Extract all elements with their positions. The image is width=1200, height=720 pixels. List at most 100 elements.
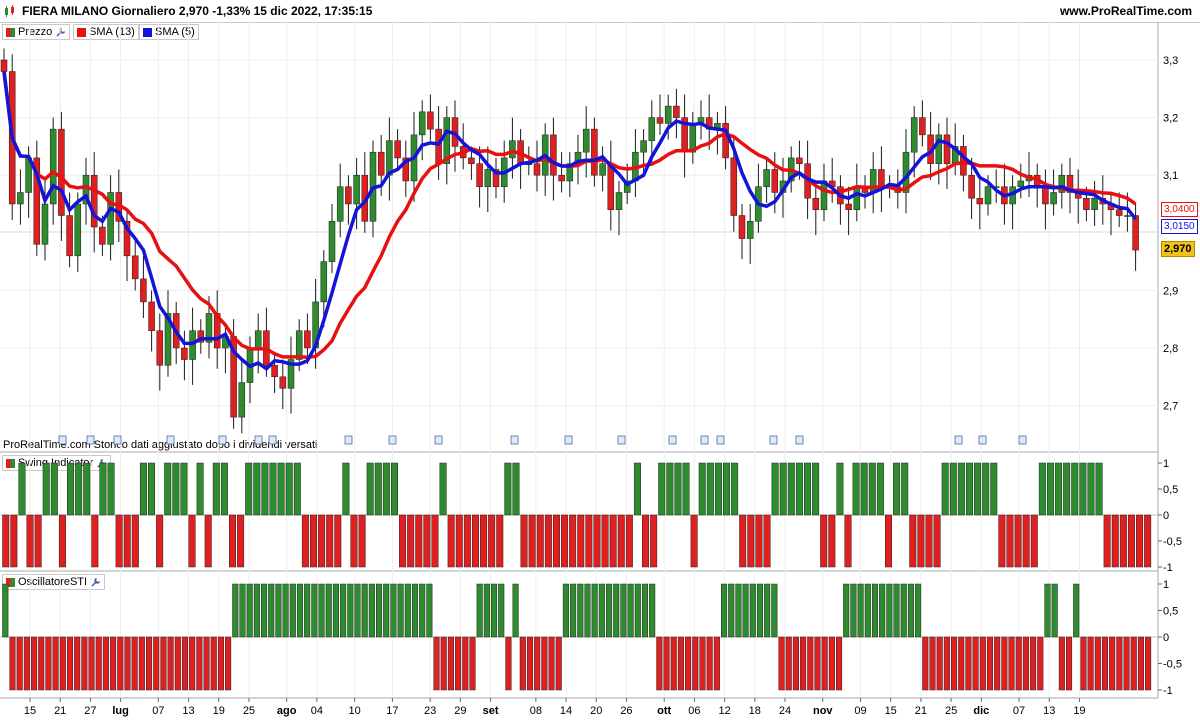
swing-bar <box>609 514 617 568</box>
swing-bar <box>755 514 763 568</box>
sti-bar <box>958 636 965 691</box>
sti-bar <box>541 636 548 691</box>
sti-bar <box>591 583 598 638</box>
swing-bar <box>779 462 787 516</box>
swing-bar <box>188 514 196 568</box>
sti-bar <box>332 583 339 638</box>
swing-bar <box>625 514 633 568</box>
document-icon <box>388 435 397 445</box>
sti-bar <box>649 583 656 638</box>
x-tick-label: 04 <box>311 705 323 717</box>
swing-bar <box>852 462 860 516</box>
x-tick-label: 07 <box>152 705 164 717</box>
sti-bar <box>864 583 871 638</box>
sti-bar <box>871 583 879 638</box>
sti-bar <box>986 636 994 691</box>
sti-bar <box>548 636 555 691</box>
x-tick-label: 12 <box>718 705 730 717</box>
swing-bar <box>309 514 317 568</box>
candle-body <box>869 169 877 193</box>
candle-body <box>386 140 393 176</box>
sti-bar <box>95 636 102 691</box>
swing-y-tick: 0 <box>1163 510 1169 522</box>
swing-bar <box>245 462 253 516</box>
sti-bar <box>584 583 591 638</box>
sti-bar <box>160 636 167 691</box>
x-tick-label: ago <box>277 705 297 717</box>
swing-bar <box>690 514 698 568</box>
candle-body <box>648 117 656 141</box>
swing-bar <box>399 514 407 568</box>
candle-body <box>968 174 975 199</box>
swing-bar <box>1095 462 1103 516</box>
swing-y-tick: -0,5 <box>1163 536 1182 548</box>
candle-body <box>591 128 598 176</box>
swing-bar <box>1046 462 1054 516</box>
swing-bar <box>1071 462 1079 516</box>
candle-body <box>427 111 434 130</box>
candle-body <box>1115 209 1123 216</box>
swing-bar <box>844 514 852 568</box>
swing-bar <box>706 462 714 516</box>
swing-bar <box>480 514 488 568</box>
sti-bar <box>203 636 210 691</box>
candle-body <box>812 197 820 211</box>
sti-bar <box>440 636 447 691</box>
swing-bar <box>577 514 585 568</box>
swing-bar <box>91 514 99 568</box>
sti-bar <box>304 583 311 638</box>
y-tick-label: 3,2 <box>1163 113 1178 125</box>
candle-body <box>640 140 647 153</box>
sti-bar <box>491 583 498 638</box>
sti-bar <box>239 583 246 638</box>
sti-bar <box>38 636 45 691</box>
swing-bar <box>212 462 220 516</box>
sti-bar <box>677 636 684 691</box>
document-icon <box>268 435 277 445</box>
x-tick-label: 25 <box>243 705 255 717</box>
swing-bar <box>512 462 520 516</box>
swing-bar <box>650 514 658 568</box>
swing-bar <box>261 462 269 516</box>
candle-body <box>615 192 623 211</box>
sti-bar <box>570 583 577 638</box>
swing-bar <box>10 514 18 568</box>
candle-body <box>468 157 475 164</box>
swing-bar <box>763 514 771 568</box>
swing-bar <box>876 462 884 516</box>
candle-body <box>353 174 360 205</box>
sti-bar <box>951 636 958 691</box>
sti-bar <box>368 583 375 638</box>
sti-bar <box>577 583 584 638</box>
sti-bar <box>699 636 706 691</box>
sti-bar <box>340 583 347 638</box>
sti-y-tick: -1 <box>1163 685 1173 697</box>
candle-body <box>1050 192 1057 205</box>
y-tick-label: 2,7 <box>1163 401 1178 413</box>
swing-bar <box>358 514 366 568</box>
candle-body <box>17 192 24 205</box>
candle-body <box>509 140 516 159</box>
sti-bar <box>1109 636 1116 691</box>
swing-bar <box>463 514 471 568</box>
swing-bar <box>804 462 812 516</box>
sti-bar <box>613 583 620 638</box>
sti-bar <box>311 583 318 638</box>
swing-bar <box>326 514 334 568</box>
swing-bar <box>593 514 601 568</box>
sti-bar <box>555 636 562 691</box>
sti-bar <box>318 583 325 638</box>
sti-bar <box>383 583 390 638</box>
swing-bar <box>909 514 917 568</box>
sti-bar <box>893 583 900 638</box>
swing-bar <box>998 514 1006 568</box>
swing-bar <box>139 462 147 516</box>
swing-bar <box>1103 514 1111 568</box>
price-chart[interactable]: 3,3 3,2 3,1 2,9 2,8 2,7 1 0,5 0 -0,5 -1 1 0,5 0 -0,5 -1… <box>0 0 1200 720</box>
swing-bar <box>974 462 982 516</box>
sti-y-tick: 0,5 <box>1163 606 1178 618</box>
sti-bar <box>167 636 174 691</box>
candle-body <box>394 140 401 159</box>
swing-bar <box>390 462 398 516</box>
x-tick-label: lug <box>112 705 129 717</box>
